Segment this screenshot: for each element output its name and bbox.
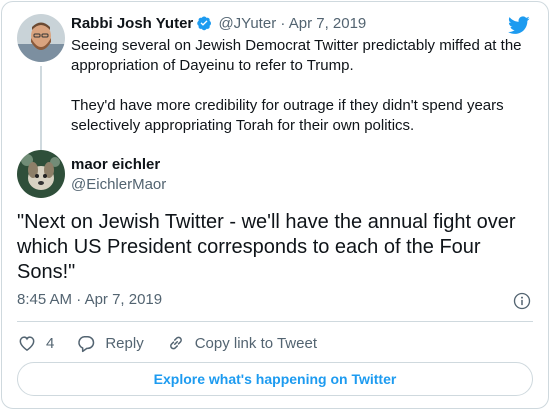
reply-button[interactable]: Reply	[76, 333, 144, 353]
link-icon	[169, 336, 182, 350]
reply-label: Reply	[105, 334, 144, 352]
copy-link-button[interactable]: Copy link to Tweet	[166, 333, 317, 353]
heart-icon	[19, 336, 35, 351]
parent-author-name[interactable]: Rabbi Josh Yuter	[71, 15, 193, 32]
parent-tweet-body: Rabbi Josh Yuter @JYuter · Apr 7, 2019 S…	[71, 14, 541, 136]
parent-author-handle[interactable]: @JYuter	[218, 15, 276, 32]
info-icon[interactable]	[513, 292, 531, 310]
separator-dot: ·	[280, 15, 286, 32]
tweet-timestamp[interactable]: 8:45 AM · Apr 7, 2019	[17, 290, 162, 310]
parent-tweet-date[interactable]: Apr 7, 2019	[289, 15, 367, 32]
main-tweet-author: maor eichler @EichlerMaor	[17, 150, 417, 200]
explore-twitter-button[interactable]: Explore what's happening on Twitter	[17, 362, 533, 396]
main-author-handle[interactable]: @EichlerMaor	[71, 175, 166, 195]
parent-author-avatar[interactable]	[17, 14, 65, 62]
copy-link-label: Copy link to Tweet	[194, 334, 317, 352]
parent-author-row: Rabbi Josh Yuter @JYuter · Apr 7, 2019	[71, 14, 541, 34]
tweet-date[interactable]: Apr 7, 2019	[85, 291, 163, 308]
tweet-time[interactable]: 8:45 AM	[17, 291, 72, 308]
parent-tweet-paragraph-1: Seeing several on Jewish Democrat Twitte…	[71, 37, 522, 74]
dog-photo-avatar-icon	[17, 150, 65, 198]
main-author-names: maor eichler @EichlerMaor	[71, 155, 166, 195]
thread-connector-line	[40, 66, 42, 154]
embedded-tweet-card: Rabbi Josh Yuter @JYuter · Apr 7, 2019 S…	[1, 1, 549, 409]
divider	[17, 321, 533, 322]
parent-tweet-paragraph-2: They'd have more credibility for outrage…	[71, 97, 504, 134]
separator-dot: ·	[76, 291, 82, 308]
parent-tweet-text: Seeing several on Jewish Democrat Twitte…	[71, 36, 541, 136]
main-tweet-text: "Next on Jewish Twitter - we'll have the…	[17, 211, 516, 283]
reply-icon	[78, 336, 95, 353]
verified-badge-icon	[197, 16, 212, 31]
bearded-man-avatar-icon	[17, 14, 65, 62]
like-button[interactable]: 4	[17, 333, 54, 353]
tweet-actions-bar: 4 Reply Copy link to Tweet	[17, 332, 339, 354]
main-author-avatar[interactable]	[17, 150, 65, 198]
like-count: 4	[46, 334, 55, 352]
main-author-name[interactable]: maor eichler	[71, 155, 166, 175]
